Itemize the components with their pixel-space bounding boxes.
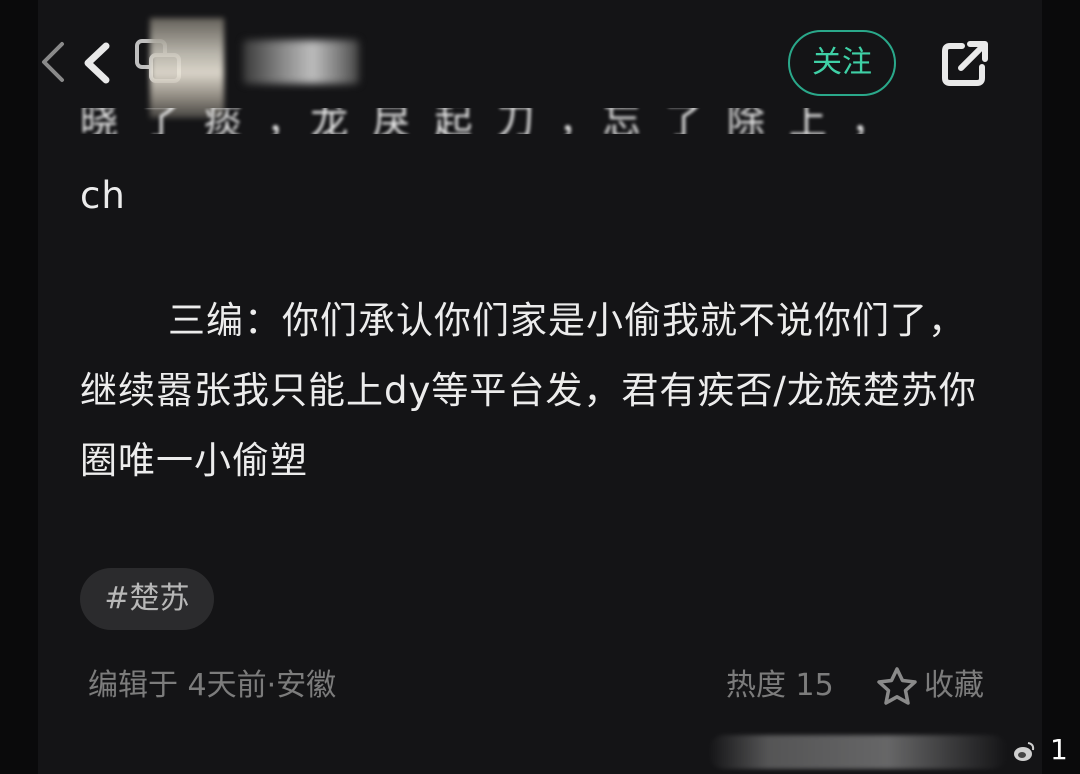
edited-info: 编辑于 4天前·安徽 bbox=[88, 668, 337, 703]
topic-tag[interactable]: #楚苏 bbox=[80, 568, 214, 630]
share-icon[interactable] bbox=[940, 40, 990, 88]
truncated-text-line: 晓 了 痰 ，龙 戾 起 刀 ，忘 了 除 上 ， bbox=[80, 108, 940, 134]
screen-frame-right bbox=[1042, 0, 1080, 774]
weibo-logo-icon bbox=[1014, 742, 1035, 761]
page-number: 1 bbox=[1050, 733, 1068, 766]
screen-frame-left bbox=[0, 0, 38, 774]
heat-count: 热度 15 bbox=[726, 668, 834, 703]
top-bar: 关注 bbox=[38, 0, 1042, 120]
follow-button[interactable]: 关注 bbox=[788, 30, 896, 96]
post-paragraph: 三编：你们承认你们家是小偷我就不说你们了，继续嚣张我只能上dy等平台发，君有疾否… bbox=[80, 299, 977, 482]
favorite-button[interactable]: 收藏 bbox=[924, 664, 984, 708]
avatar[interactable] bbox=[150, 18, 224, 118]
back-icon[interactable] bbox=[78, 40, 118, 86]
star-icon[interactable] bbox=[876, 666, 918, 706]
watermark bbox=[708, 735, 1008, 769]
post-line-ch: ch bbox=[80, 174, 126, 217]
post-content: ch 三编：你们承认你们家是小偷我就不说你们了，继续嚣张我只能上dy等平台发，君… bbox=[80, 168, 980, 496]
post-screen: 关注 晓 了 痰 ，龙 戾 起 刀 ，忘 了 除 上 ， ch 三编：你们承认你… bbox=[38, 0, 1042, 774]
truncated-text: 晓 了 痰 ，龙 戾 起 刀 ，忘 了 除 上 ， bbox=[80, 108, 895, 134]
back-ghost-icon bbox=[42, 42, 64, 82]
username[interactable] bbox=[243, 40, 359, 84]
